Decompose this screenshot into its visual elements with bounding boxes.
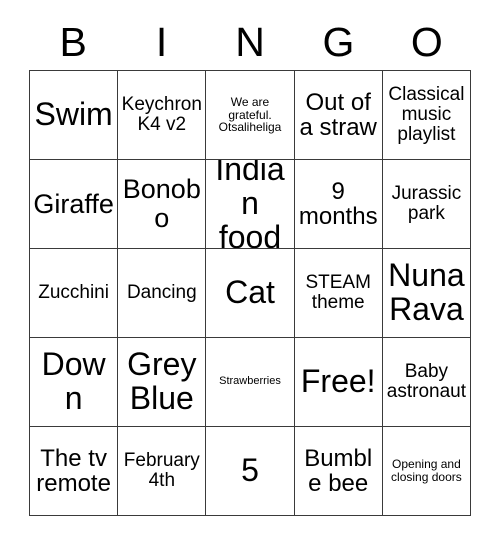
- bingo-cell-label: Free!: [300, 363, 376, 400]
- bingo-cell[interactable]: Cat: [206, 249, 295, 338]
- bingo-cell-label: 5: [241, 452, 259, 489]
- bingo-cell-label: STEAM theme: [305, 271, 371, 313]
- bingo-cell-label: Down: [41, 346, 106, 416]
- bingo-cell-free[interactable]: Free!: [294, 338, 383, 427]
- bingo-cell-label: Keychron K4 v2: [121, 93, 202, 135]
- bingo-cell[interactable]: 5: [206, 427, 295, 516]
- bingo-cell[interactable]: Grey Blue: [118, 338, 207, 427]
- bingo-row: Down Grey Blue Strawberries Free! Baby a…: [30, 338, 472, 427]
- bingo-cell-label: Strawberries: [219, 375, 281, 388]
- bingo-cell[interactable]: STEAM theme: [294, 249, 383, 338]
- bingo-cell[interactable]: Opening and closing doors: [382, 427, 472, 516]
- bingo-cell[interactable]: Giraffe: [30, 160, 119, 249]
- bingo-cell-label: Nuna Rava: [388, 257, 465, 327]
- bingo-cell[interactable]: Swim: [30, 71, 119, 160]
- bingo-cell[interactable]: Classical music playlist: [382, 71, 472, 160]
- bingo-cell-label: Grey Blue: [127, 346, 197, 416]
- bingo-cell[interactable]: 9 months: [294, 160, 383, 249]
- bingo-cell[interactable]: Bumble bee: [294, 427, 383, 516]
- bingo-cell[interactable]: Baby astronaut: [382, 338, 472, 427]
- bingo-cell-label: Jurassic park: [391, 182, 462, 224]
- bingo-cell[interactable]: The tv remote: [30, 427, 119, 516]
- bingo-cell[interactable]: Nuna Rava: [382, 249, 472, 338]
- bingo-cell-label: Out of a straw: [299, 88, 377, 141]
- bingo-cell[interactable]: Zucchini: [30, 249, 119, 338]
- bingo-cell-label: Classical music playlist: [388, 83, 465, 146]
- bingo-header-letter-b: B: [59, 18, 87, 65]
- bingo-cell-label: Giraffe: [33, 188, 114, 219]
- bingo-cell[interactable]: Dancing: [118, 249, 207, 338]
- bingo-cell[interactable]: Out of a straw: [294, 71, 383, 160]
- bingo-row: The tv remote February 4th 5 Bumble bee …: [30, 427, 472, 516]
- bingo-grid: Swim Keychron K4 v2 We are grateful. Ots…: [29, 70, 472, 516]
- bingo-cell-label: Dancing: [126, 281, 197, 303]
- bingo-cell[interactable]: Indian food: [206, 160, 295, 249]
- bingo-cell[interactable]: We are grateful. Otsaliheliga: [206, 71, 295, 160]
- bingo-row: Zucchini Dancing Cat STEAM theme Nuna Ra…: [30, 249, 472, 338]
- bingo-header-letter-i: I: [155, 18, 168, 65]
- bingo-cell-label: Bonobo: [122, 174, 201, 233]
- bingo-cell-label: Zucchini: [38, 281, 109, 303]
- bingo-header-letter-n: N: [235, 18, 265, 65]
- bingo-cell[interactable]: Down: [30, 338, 119, 427]
- bingo-cell-label: Opening and closing doors: [391, 457, 462, 484]
- bingo-cell-label: 9 months: [298, 177, 378, 230]
- bingo-cell-label: Cat: [225, 274, 275, 311]
- bingo-cell-label: Indian food: [215, 160, 285, 249]
- bingo-cell-label: Bumble bee: [304, 444, 373, 497]
- bingo-cell-label: February 4th: [123, 449, 200, 491]
- bingo-cell[interactable]: Bonobo: [118, 160, 207, 249]
- bingo-cell-label: We are grateful. Otsaliheliga: [218, 94, 282, 135]
- bingo-cell-label: Baby astronaut: [386, 360, 467, 402]
- bingo-header-letter-g: G: [322, 18, 355, 65]
- bingo-header-row: B I N G O: [29, 14, 471, 70]
- bingo-row: Swim Keychron K4 v2 We are grateful. Ots…: [30, 71, 472, 160]
- bingo-header-letter-o: O: [410, 18, 443, 65]
- bingo-card: B I N G O Swim Keychron K4 v2 We are gra…: [29, 14, 472, 516]
- bingo-cell-label: Swim: [34, 96, 113, 133]
- bingo-cell[interactable]: Jurassic park: [382, 160, 472, 249]
- bingo-cell[interactable]: Strawberries: [206, 338, 295, 427]
- bingo-cell[interactable]: February 4th: [118, 427, 207, 516]
- bingo-row: Giraffe Bonobo Indian food 9 months Jura…: [30, 160, 472, 249]
- bingo-cell-label: The tv remote: [36, 444, 111, 497]
- bingo-cell[interactable]: Keychron K4 v2: [118, 71, 207, 160]
